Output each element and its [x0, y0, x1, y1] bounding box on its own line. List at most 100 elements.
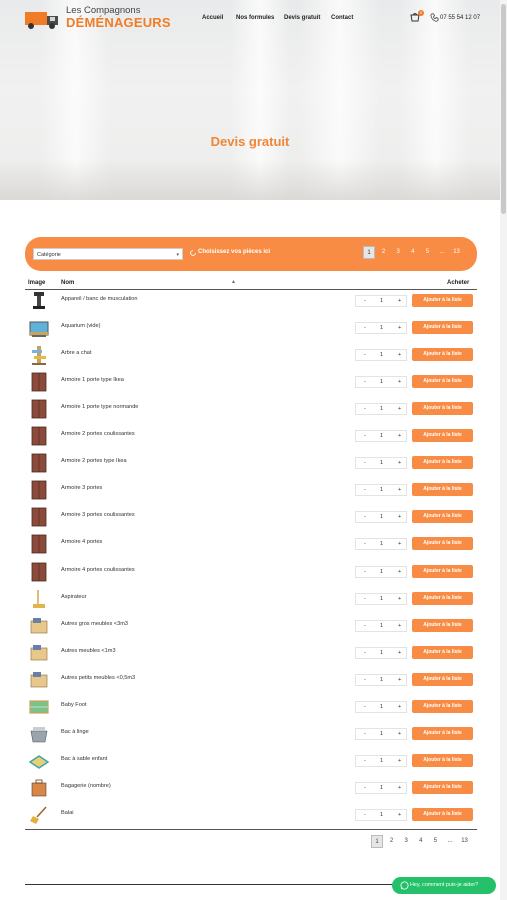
- quantity-decrement-button[interactable]: -: [364, 812, 366, 818]
- column-header-name[interactable]: Nom: [61, 280, 74, 286]
- add-to-list-button[interactable]: Ajouter à la liste: [412, 591, 473, 605]
- add-to-list-button[interactable]: Ajouter à la liste: [412, 672, 473, 686]
- quantity-input[interactable]: 1: [380, 812, 383, 818]
- quantity-input[interactable]: 1: [380, 298, 383, 304]
- quantity-increment-button[interactable]: +: [398, 406, 401, 412]
- quantity-increment-button[interactable]: +: [398, 541, 401, 547]
- add-to-list-button[interactable]: Ajouter à la liste: [412, 321, 473, 335]
- quantity-increment-button[interactable]: +: [398, 677, 401, 683]
- quantity-decrement-button[interactable]: -: [364, 325, 366, 331]
- quantity-input[interactable]: 1: [380, 758, 383, 764]
- quantity-input[interactable]: 1: [380, 406, 383, 412]
- quantity-increment-button[interactable]: +: [398, 623, 401, 629]
- quantity-decrement-button[interactable]: -: [364, 785, 366, 791]
- phone-number[interactable]: 07 55 54 12 07: [440, 15, 480, 21]
- quantity-increment-button[interactable]: +: [398, 596, 401, 602]
- quantity-increment-button[interactable]: +: [398, 514, 401, 520]
- quantity-decrement-button[interactable]: -: [364, 433, 366, 439]
- add-to-list-button[interactable]: Ajouter à la liste: [412, 618, 473, 632]
- add-to-list-button[interactable]: Ajouter à la liste: [412, 375, 473, 389]
- quantity-input[interactable]: 1: [380, 460, 383, 466]
- page-13-link[interactable]: 13: [459, 835, 471, 848]
- quantity-decrement-button[interactable]: -: [364, 704, 366, 710]
- page-4-link[interactable]: 4: [407, 246, 419, 259]
- nav-devis-gratuit[interactable]: Devis gratuit: [284, 15, 320, 21]
- quantity-input[interactable]: 1: [380, 325, 383, 331]
- quantity-decrement-button[interactable]: -: [364, 514, 366, 520]
- add-to-list-button[interactable]: Ajouter à la liste: [412, 699, 473, 713]
- quantity-increment-button[interactable]: +: [398, 650, 401, 656]
- truck-logo-icon[interactable]: [25, 8, 61, 30]
- page-1-link[interactable]: 1: [363, 246, 375, 259]
- add-to-list-button[interactable]: Ajouter à la liste: [412, 483, 473, 497]
- add-to-list-button[interactable]: Ajouter à la liste: [412, 645, 473, 659]
- add-to-list-button[interactable]: Ajouter à la liste: [412, 753, 473, 767]
- quantity-decrement-button[interactable]: -: [364, 731, 366, 737]
- add-to-list-button[interactable]: Ajouter à la liste: [412, 456, 473, 470]
- quantity-input[interactable]: 1: [380, 487, 383, 493]
- quantity-input[interactable]: 1: [380, 623, 383, 629]
- quantity-input[interactable]: 1: [380, 704, 383, 710]
- quantity-decrement-button[interactable]: -: [364, 596, 366, 602]
- quantity-input[interactable]: 1: [380, 731, 383, 737]
- add-to-list-button[interactable]: Ajouter à la liste: [412, 564, 473, 578]
- quantity-increment-button[interactable]: +: [398, 460, 401, 466]
- quantity-increment-button[interactable]: +: [398, 433, 401, 439]
- page-13-link[interactable]: 13: [451, 246, 463, 259]
- add-to-list-button[interactable]: Ajouter à la liste: [412, 510, 473, 524]
- quantity-input[interactable]: 1: [380, 541, 383, 547]
- quantity-increment-button[interactable]: +: [398, 785, 401, 791]
- quantity-increment-button[interactable]: +: [398, 812, 401, 818]
- add-to-list-button[interactable]: Ajouter à la liste: [412, 294, 473, 307]
- logo-brand[interactable]: DÉMÉNAGEURS: [66, 15, 171, 30]
- quantity-decrement-button[interactable]: -: [364, 379, 366, 385]
- quantity-increment-button[interactable]: +: [398, 704, 401, 710]
- choose-pieces-link[interactable]: Choisissez vos pièces ici: [198, 249, 270, 255]
- nav-nos-formules[interactable]: Nos formules: [236, 15, 274, 21]
- add-to-list-button[interactable]: Ajouter à la liste: [412, 402, 473, 416]
- quantity-decrement-button[interactable]: -: [364, 677, 366, 683]
- page-2-link[interactable]: 2: [386, 835, 398, 848]
- nav-accueil[interactable]: Accueil: [202, 15, 223, 21]
- quantity-decrement-button[interactable]: -: [364, 487, 366, 493]
- quantity-decrement-button[interactable]: -: [364, 758, 366, 764]
- quantity-decrement-button[interactable]: -: [364, 623, 366, 629]
- scrollbar[interactable]: [500, 0, 507, 900]
- quantity-increment-button[interactable]: +: [398, 487, 401, 493]
- page-5-link[interactable]: 5: [421, 246, 433, 259]
- nav-contact[interactable]: Contact: [331, 15, 353, 21]
- quantity-input[interactable]: 1: [380, 514, 383, 520]
- quantity-input[interactable]: 1: [380, 569, 383, 575]
- page-5-link[interactable]: 5: [429, 835, 441, 848]
- add-to-list-button[interactable]: Ajouter à la liste: [412, 726, 473, 740]
- quantity-input[interactable]: 1: [380, 677, 383, 683]
- add-to-list-button[interactable]: Ajouter à la liste: [412, 780, 473, 794]
- add-to-list-button[interactable]: Ajouter à la liste: [412, 429, 473, 443]
- quantity-input[interactable]: 1: [380, 352, 383, 358]
- quantity-decrement-button[interactable]: -: [364, 460, 366, 466]
- page-3-link[interactable]: 3: [400, 835, 412, 848]
- page-4-link[interactable]: 4: [415, 835, 427, 848]
- quantity-input[interactable]: 1: [380, 433, 383, 439]
- quantity-decrement-button[interactable]: -: [364, 352, 366, 358]
- quantity-decrement-button[interactable]: -: [364, 298, 366, 304]
- quantity-decrement-button[interactable]: -: [364, 541, 366, 547]
- quantity-increment-button[interactable]: +: [398, 352, 401, 358]
- quantity-input[interactable]: 1: [380, 596, 383, 602]
- quantity-increment-button[interactable]: +: [398, 298, 401, 304]
- quantity-decrement-button[interactable]: -: [364, 569, 366, 575]
- page-1-link[interactable]: 1: [371, 835, 383, 848]
- quantity-decrement-button[interactable]: -: [364, 406, 366, 412]
- page-3-link[interactable]: 3: [392, 246, 404, 259]
- quantity-increment-button[interactable]: +: [398, 379, 401, 385]
- quantity-increment-button[interactable]: +: [398, 758, 401, 764]
- add-to-list-button[interactable]: Ajouter à la liste: [412, 348, 473, 362]
- category-select[interactable]: Catégorie ▾: [33, 248, 183, 260]
- scrollbar-thumb[interactable]: [501, 4, 506, 214]
- quantity-increment-button[interactable]: +: [398, 731, 401, 737]
- quantity-increment-button[interactable]: +: [398, 569, 401, 575]
- quantity-decrement-button[interactable]: -: [364, 650, 366, 656]
- quantity-input[interactable]: 1: [380, 650, 383, 656]
- sort-arrow-icon[interactable]: ▲: [231, 279, 236, 285]
- quantity-input[interactable]: 1: [380, 785, 383, 791]
